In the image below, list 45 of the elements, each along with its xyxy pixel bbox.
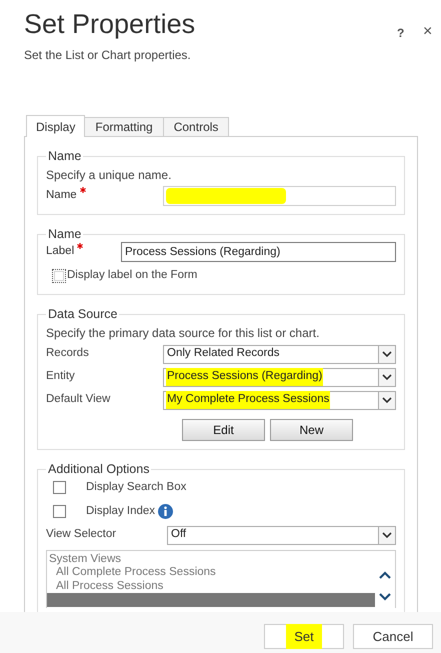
footer-button[interactable]: Cancel [353,624,433,649]
list-item[interactable]: All Process Sessions [47,579,375,593]
footer-button[interactable]: Set [264,624,344,649]
section-legend: Additional Options [46,462,152,477]
checkbox-label: Display Search Box [86,480,186,495]
close-button[interactable]: × [421,20,434,44]
list-item[interactable]: All Complete Process Sessions [47,565,375,579]
field-label: Label [46,243,121,261]
tab[interactable]: Formatting [85,117,164,136]
text-field[interactable] [163,186,396,206]
list-item[interactable] [47,593,375,607]
chevron-down-icon [378,392,395,408]
checkbox-label: Display Index [86,504,156,519]
checkbox-label: Display label on the Form [67,268,198,283]
select-field[interactable]: Off [167,526,396,544]
section-legend: Data Source [46,307,120,322]
field-label: Records [46,346,90,362]
tab[interactable]: Controls [164,117,230,136]
field-label: Entity [46,369,76,384]
field-label: Default View [46,392,112,408]
section-legend: Name [46,227,84,242]
chevron-up-icon [379,571,391,580]
list-group-header: System Views [48,552,122,565]
dialog-title: Set Properties [24,8,196,41]
hint-text: Specify a unique name. [46,167,172,183]
chevron-down-icon [378,346,395,362]
checkbox[interactable] [53,481,66,494]
chevron-down-icon [378,526,395,544]
field-label: View Selector [46,527,118,542]
hint-text: Specify the primary data source for this list or chart. [46,325,320,341]
select-field[interactable]: Process Sessions (Regarding) [163,368,396,386]
text-field[interactable]: Process Sessions (Regarding) [121,242,396,262]
tab[interactable]: Display [26,115,86,137]
chevron-down-icon [378,368,395,386]
action-button[interactable]: Edit [182,419,265,441]
dialog-subtitle: Set the List or Chart properties. [24,47,192,64]
help-button[interactable]: ? [395,24,406,42]
select-field[interactable]: My Complete Process Sessions [163,390,396,410]
field-label: Name [46,187,163,205]
view-list[interactable]: System Views All Complete Process Sessions All Process Sessions [46,550,396,608]
chevron-down-icon [379,592,391,601]
select-field[interactable]: Only Related Records [163,344,396,364]
section-legend: Name [46,149,84,164]
action-button[interactable]: New [270,419,353,441]
checkbox[interactable] [53,505,66,518]
